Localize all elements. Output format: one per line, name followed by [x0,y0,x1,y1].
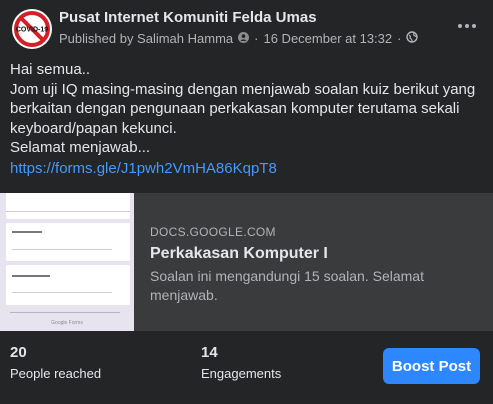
globe-icon[interactable] [406,31,419,46]
page-name-link[interactable]: Pusat Internet Komuniti Felda Umas [59,9,317,26]
more-horizontal-icon [458,24,476,28]
published-by-text[interactable]: Published by Salimah Hamma [59,31,233,46]
post-text-line: keyboard/papan kekunci. [10,119,177,137]
post-header: COVID-19 Pusat Internet Komuniti Felda U… [0,0,493,56]
post-date[interactable]: 16 December at 13:32 [263,31,392,46]
page-avatar[interactable]: COVID-19 [12,9,52,49]
post-url-link[interactable]: https://forms.gle/J1pwh2VmHA86KqpT8 [10,160,277,177]
post-text-line: Jom uji IQ masing-masing dengan menjawab… [10,80,476,98]
link-title[interactable]: Perkakasan Komputer I [150,245,480,263]
thumbnail-footer-text: Google Forms [51,320,83,326]
link-preview-card[interactable]: Google Forms DOCS.GOOGLE.COM Perkakasan … [0,193,493,331]
post-meta: Published by Salimah Hamma · 16 December… [59,31,419,46]
link-card-info: DOCS.GOOGLE.COM Perkakasan Komputer I So… [150,225,480,305]
engagements-label: Engagements [201,366,282,381]
people-reached-stat[interactable]: 20 People reached [10,344,101,381]
covid-no-entry-logo-icon: COVID-19 [14,11,50,47]
meta-separator-2: · [397,31,402,46]
link-description: Soalan ini mengandungi 15 soalan. Selama… [150,268,424,303]
post-body-text: Hai semua.. Jom uji IQ masing-masing den… [10,60,486,158]
profile-badge-icon [238,31,250,46]
link-domain: DOCS.GOOGLE.COM [150,225,276,239]
avatar-logo-text: COVID-19 [16,27,48,34]
link-thumbnail: Google Forms [0,193,134,331]
more-options-button[interactable] [455,14,479,38]
post-text-line: Selamat menjawab... [10,139,151,156]
engagements-stat[interactable]: 14 Engagements [201,344,281,381]
engagements-count: 14 [201,344,218,361]
people-reached-label: People reached [10,366,102,381]
post-text-line: Hai semua.. [10,61,91,78]
boost-post-button[interactable]: Boost Post [383,348,480,384]
post-insights-bar: 20 People reached 14 Engagements Boost P… [0,331,493,404]
people-reached-count: 20 [10,344,27,361]
meta-separator: · [254,31,259,46]
post-text-line: berkaitan dengan pengunaan perkakasan ko… [10,100,460,117]
